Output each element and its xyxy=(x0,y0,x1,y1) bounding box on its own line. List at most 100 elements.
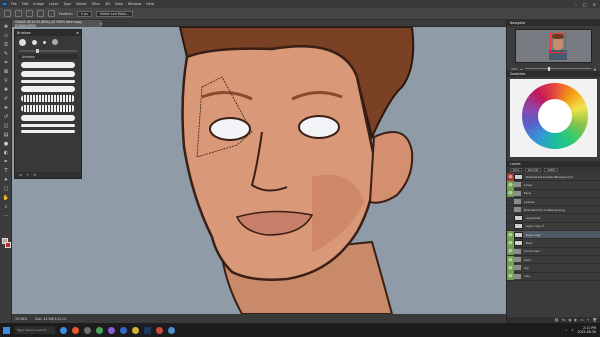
brush-tool-icon[interactable]: ✐ xyxy=(2,96,10,102)
lasso-tool-icon[interactable] xyxy=(4,10,11,17)
zoom-slider[interactable] xyxy=(525,66,591,71)
clock[interactable]: 2:11 PM 2022-09-30 xyxy=(577,326,596,334)
blur-tool-icon[interactable]: ● xyxy=(2,141,10,147)
visibility-eye-icon[interactable]: 👁 xyxy=(507,255,514,264)
opacity-input[interactable]: 100% xyxy=(544,168,559,172)
crop-tool-icon[interactable]: ⌗ xyxy=(2,60,10,66)
layer-row[interactable]: 👁 scrunched xyxy=(507,247,600,256)
swatches-tab[interactable]: Swatches xyxy=(507,71,600,77)
panel-menu-icon[interactable]: ≡ xyxy=(76,31,81,35)
layer-row[interactable]: 👁 dry xyxy=(507,263,600,273)
app-icon[interactable] xyxy=(72,326,79,334)
menu-file[interactable]: File xyxy=(11,2,17,6)
maximize-button[interactable]: □ xyxy=(583,2,587,7)
menu-filter[interactable]: Filter xyxy=(92,2,100,6)
layer-row[interactable]: 👁 face copy xyxy=(507,230,600,240)
fx-icon[interactable]: fx xyxy=(562,318,565,322)
layer-row[interactable]: 👁 face xyxy=(507,239,600,248)
menu-help[interactable]: Help xyxy=(146,2,154,6)
new-selection-icon[interactable] xyxy=(15,10,22,17)
menu-edit[interactable]: Edit xyxy=(22,2,29,6)
layer-row[interactable]: Brainstorm's creatures.png xyxy=(507,206,600,215)
brush-stroke-preview[interactable] xyxy=(21,115,75,121)
visibility-eye-icon[interactable] xyxy=(507,214,514,222)
new-brush-icon[interactable]: + xyxy=(26,173,29,177)
windows-start-icon[interactable] xyxy=(3,326,10,334)
brush-stroke-preview[interactable] xyxy=(21,105,75,112)
close-button[interactable]: ✕ xyxy=(593,2,596,7)
network-icon[interactable]: ⌁ xyxy=(566,328,568,332)
zoom-in-icon[interactable]: ▲ xyxy=(594,67,596,71)
photoshop-taskbar-icon[interactable] xyxy=(144,326,151,334)
group-icon[interactable]: ▭ xyxy=(580,318,583,322)
delete-icon[interactable]: ✕ xyxy=(33,173,36,177)
layer-row[interactable]: Leaves xyxy=(507,198,600,207)
pen-tool-icon[interactable]: ✒ xyxy=(2,159,10,165)
brush-stroke-preview[interactable] xyxy=(21,95,75,102)
stamp-tool-icon[interactable]: ⎈ xyxy=(2,105,10,111)
navigator-preview[interactable] xyxy=(515,29,592,63)
brush-stroke-preview[interactable] xyxy=(21,62,75,68)
visibility-eye-icon[interactable] xyxy=(507,198,514,206)
brush-stroke-preview[interactable] xyxy=(21,130,75,133)
shape-tool-icon[interactable]: ▢ xyxy=(2,186,10,192)
menu-window[interactable]: Window xyxy=(128,2,141,6)
visibility-eye-icon[interactable]: 👁 xyxy=(507,247,514,256)
visibility-eye-icon[interactable]: 👁 xyxy=(507,230,514,239)
slider-handle[interactable] xyxy=(36,49,40,53)
navigator-tab[interactable]: Navigator xyxy=(507,20,600,26)
blend-mode-select[interactable]: Normal xyxy=(525,168,542,172)
app-icon[interactable] xyxy=(96,326,103,334)
adjustment-icon[interactable]: ◐ xyxy=(574,318,577,322)
app-icon[interactable] xyxy=(156,326,163,334)
kind-filter[interactable]: Kind xyxy=(510,168,523,172)
gradient-tool-icon[interactable]: ▤ xyxy=(2,132,10,138)
visibility-eye-icon[interactable]: 👁 xyxy=(507,180,514,189)
path-select-tool-icon[interactable]: ➤ xyxy=(2,177,10,183)
select-and-mask-button[interactable]: Select and Mask... xyxy=(95,10,134,17)
intersect-selection-icon[interactable] xyxy=(48,10,55,17)
brush-preset[interactable] xyxy=(43,41,46,44)
visibility-eye-icon[interactable]: 👁 xyxy=(507,239,514,248)
hand-tool-icon[interactable]: ✋ xyxy=(2,195,10,201)
menu-type[interactable]: Type xyxy=(63,2,71,6)
lasso-tool-icon[interactable]: ᘓ xyxy=(2,42,10,48)
frame-tool-icon[interactable]: ⊠ xyxy=(2,69,10,75)
volume-icon[interactable]: ♪ xyxy=(571,328,573,332)
eraser-tool-icon[interactable]: ◫ xyxy=(2,123,10,129)
app-icon[interactable] xyxy=(132,326,139,334)
eyedropper-tool-icon[interactable]: ⚲ xyxy=(2,78,10,84)
link-icon[interactable]: ⛓ xyxy=(554,318,558,322)
minimize-button[interactable]: – xyxy=(575,2,577,7)
trash-icon[interactable]: 🗑 xyxy=(593,318,597,322)
app-icon[interactable] xyxy=(168,326,175,334)
folder-icon[interactable]: ▭ xyxy=(19,173,22,177)
marquee-tool-icon[interactable]: ▭ xyxy=(2,33,10,39)
more-tools-icon[interactable]: ⋯ xyxy=(2,213,10,219)
subtract-selection-icon[interactable] xyxy=(37,10,44,17)
menu-image[interactable]: Image xyxy=(33,2,44,6)
add-selection-icon[interactable] xyxy=(26,10,33,17)
mask-icon[interactable]: ◑ xyxy=(568,318,571,322)
visibility-eye-icon[interactable] xyxy=(507,222,514,230)
brush-stroke-preview[interactable] xyxy=(21,124,75,127)
steam-icon[interactable] xyxy=(120,326,127,334)
menu-3d[interactable]: 3D xyxy=(105,2,110,6)
healing-tool-icon[interactable]: ✚ xyxy=(2,87,10,93)
visibility-eye-icon[interactable] xyxy=(507,206,514,214)
layer-row[interactable]: 👁 clay xyxy=(507,272,600,281)
brush-size-slider[interactable] xyxy=(19,49,77,53)
zoom-readout[interactable]: 39.58% xyxy=(15,317,27,321)
close-tab-icon[interactable]: ✕ xyxy=(99,22,102,26)
view-frame[interactable] xyxy=(550,33,566,53)
taskbar-search[interactable]: Type here to search xyxy=(15,326,55,334)
move-tool-icon[interactable]: ✥ xyxy=(2,24,10,30)
layer-row[interactable]: 👁 Face xyxy=(507,189,600,198)
layer-row[interactable]: eyes/liner xyxy=(507,214,600,223)
document-tab[interactable]: OHASE 8019 IN (60%) (Ø 330% face copy, R… xyxy=(12,20,102,28)
zoom-out-icon[interactable]: ▴ xyxy=(521,67,523,71)
app-icon[interactable] xyxy=(108,326,115,334)
background-color-swatch[interactable] xyxy=(5,242,11,248)
quick-select-tool-icon[interactable]: ✎ xyxy=(2,51,10,57)
type-tool-icon[interactable]: T xyxy=(2,168,10,174)
